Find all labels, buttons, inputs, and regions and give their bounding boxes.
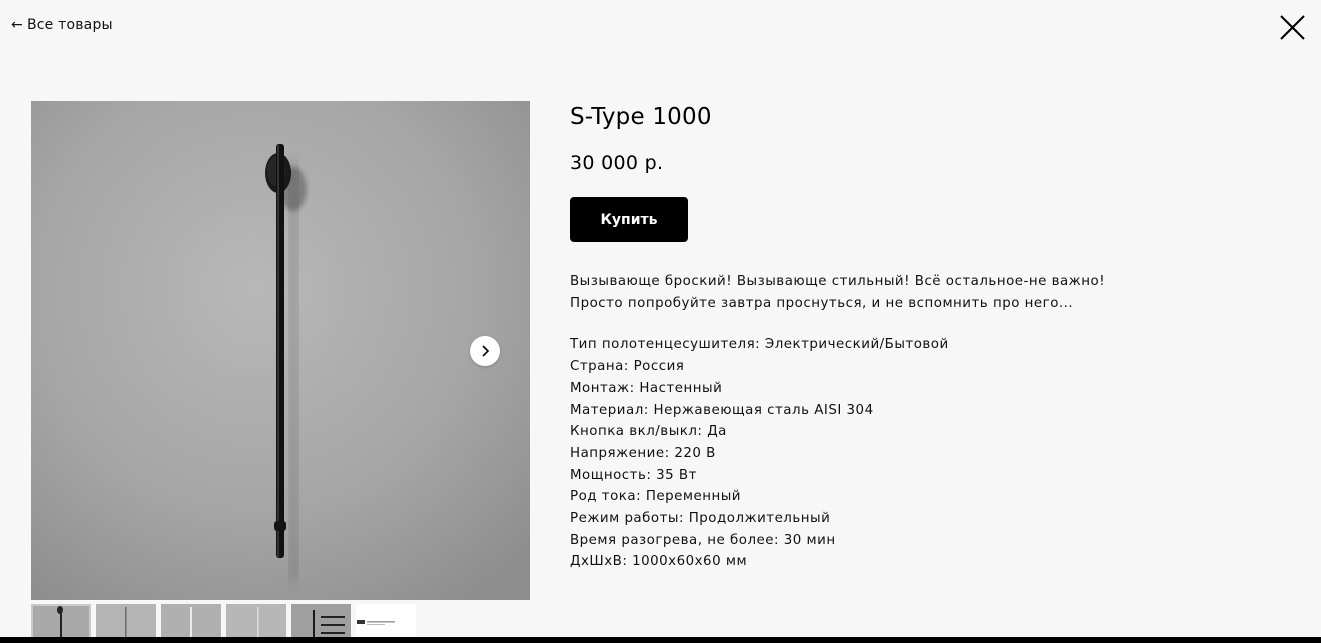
gallery-next-button[interactable] — [470, 336, 500, 366]
spec-line: Кнопка вкл/выкл: Да — [570, 424, 727, 440]
product-title: S-Type 1000 — [570, 104, 712, 130]
spec-line: Напряжение: 220 В — [570, 445, 716, 461]
spec-line: Режим работы: Продолжительный — [570, 511, 831, 527]
close-icon — [1280, 15, 1305, 40]
chevron-right-icon — [482, 345, 490, 357]
description-line: Просто попробуйте завтра проснуться, и н… — [570, 295, 1074, 311]
close-button[interactable] — [1280, 15, 1305, 40]
buy-button[interactable]: Купить — [570, 197, 688, 242]
description-line: Вызывающе броский! Вызывающе стильный! В… — [570, 274, 1106, 289]
spec-line: Род тока: Переменный — [570, 489, 742, 505]
spec-line: Страна: Россия — [570, 359, 685, 375]
spec-line: Монтаж: Настенный — [570, 380, 723, 396]
spec-line: Материал: Нержавеющая сталь AISI 304 — [570, 402, 874, 418]
product-description: Вызывающе броский! Вызывающе стильный! В… — [570, 271, 1270, 573]
product-photo — [31, 101, 530, 600]
back-arrow-icon: ← — [11, 17, 23, 33]
spec-line: ДхШхВ: 1000х60х60 мм — [570, 554, 748, 570]
product-info: S-Type 1000 30 000 р. Купить Вызывающе б… — [570, 101, 1270, 573]
spec-line: Тип полотенцесушителя: Электрический/Быт… — [570, 337, 949, 353]
back-link-label: Все товары — [26, 17, 113, 33]
back-to-all-products-link[interactable]: ← Все товары — [11, 17, 113, 33]
spec-line: Мощность: 35 Вт — [570, 467, 697, 483]
product-gallery[interactable] — [31, 101, 530, 600]
bottom-bar — [0, 637, 1321, 643]
spec-line: Время разогрева, не более: 30 мин — [570, 532, 836, 548]
product-price: 30 000 р. — [570, 152, 664, 174]
product-popup: ← Все товары S-Type 1000 30 000 р. Купит… — [0, 0, 1321, 643]
